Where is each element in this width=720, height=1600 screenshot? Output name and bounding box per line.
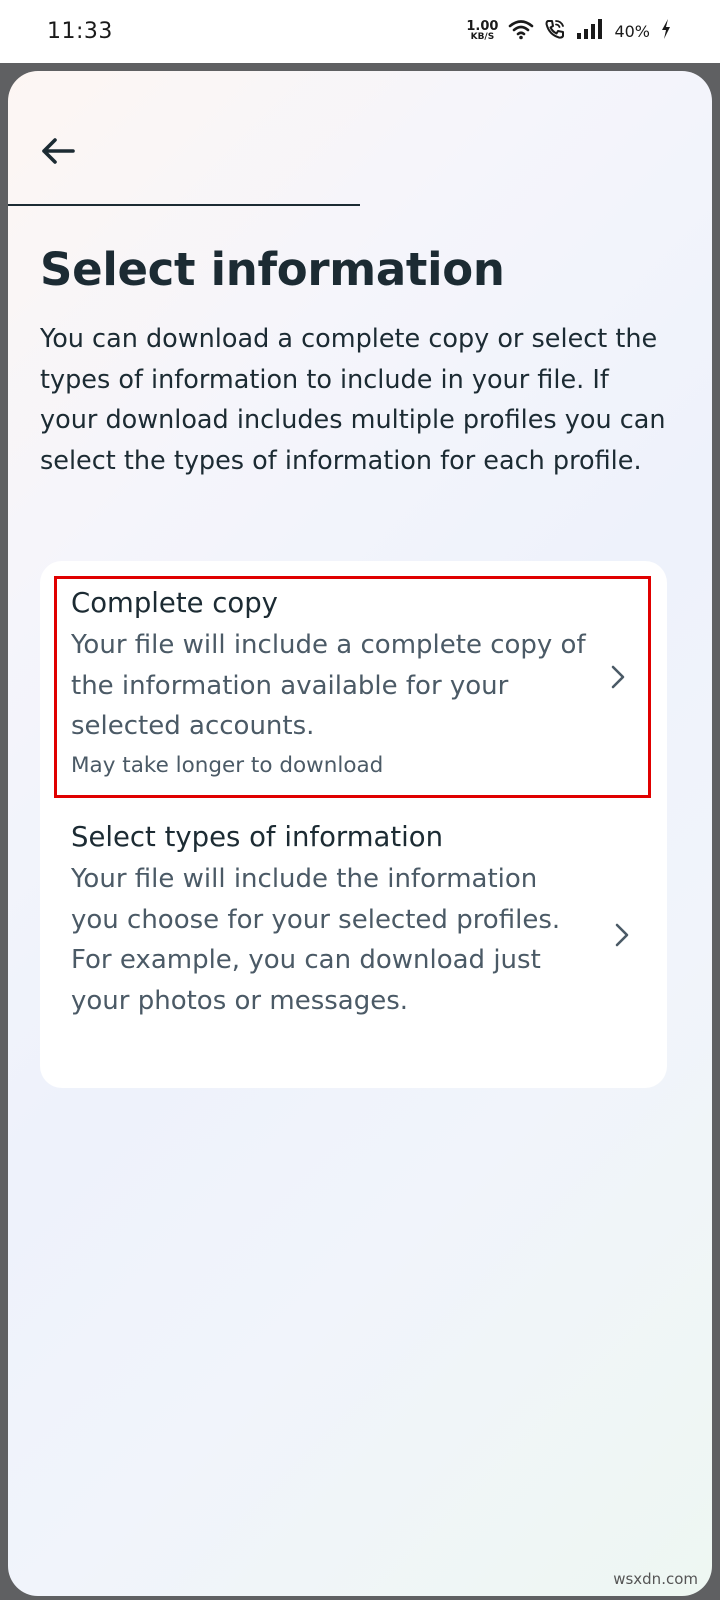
chevron-right-icon xyxy=(608,663,628,691)
complete-copy-option[interactable]: Complete copy Your file will include a c… xyxy=(54,576,651,798)
arrow-left-icon xyxy=(40,136,76,171)
status-bar: 11:33 1.00 KB/S 40% xyxy=(0,0,720,63)
option-description: Your file will include the information y… xyxy=(71,864,561,1016)
select-types-option[interactable]: Select types of information Your file wi… xyxy=(40,819,667,1069)
battery-percent: 40% xyxy=(614,22,650,41)
status-icons: 1.00 KB/S 40% xyxy=(466,18,672,45)
page-title: Select information xyxy=(40,243,505,296)
net-speed-value: 1.00 xyxy=(466,18,499,34)
progress-indicator xyxy=(8,204,360,206)
wifi-call-icon xyxy=(544,18,566,45)
charging-icon xyxy=(660,18,672,45)
page-description: You can download a complete copy or sele… xyxy=(40,324,666,476)
option-description: Your file will include a complete copy o… xyxy=(71,630,586,741)
wifi-icon xyxy=(508,18,534,45)
net-speed-unit: KB/S xyxy=(470,31,495,42)
signal-icon xyxy=(576,18,604,45)
option-title: Select types of information xyxy=(71,821,444,853)
option-note: May take longer to download xyxy=(71,752,384,778)
bottom-sheet: Select information You can download a co… xyxy=(8,71,712,1596)
chevron-right-icon xyxy=(612,921,632,949)
net-speed-indicator: 1.00 KB/S xyxy=(466,18,499,42)
watermark: wsxdn.com xyxy=(613,1570,698,1588)
option-title: Complete copy xyxy=(71,587,278,619)
back-button[interactable] xyxy=(33,131,83,175)
options-card: Complete copy Your file will include a c… xyxy=(40,561,667,1088)
status-time: 11:33 xyxy=(47,19,113,44)
